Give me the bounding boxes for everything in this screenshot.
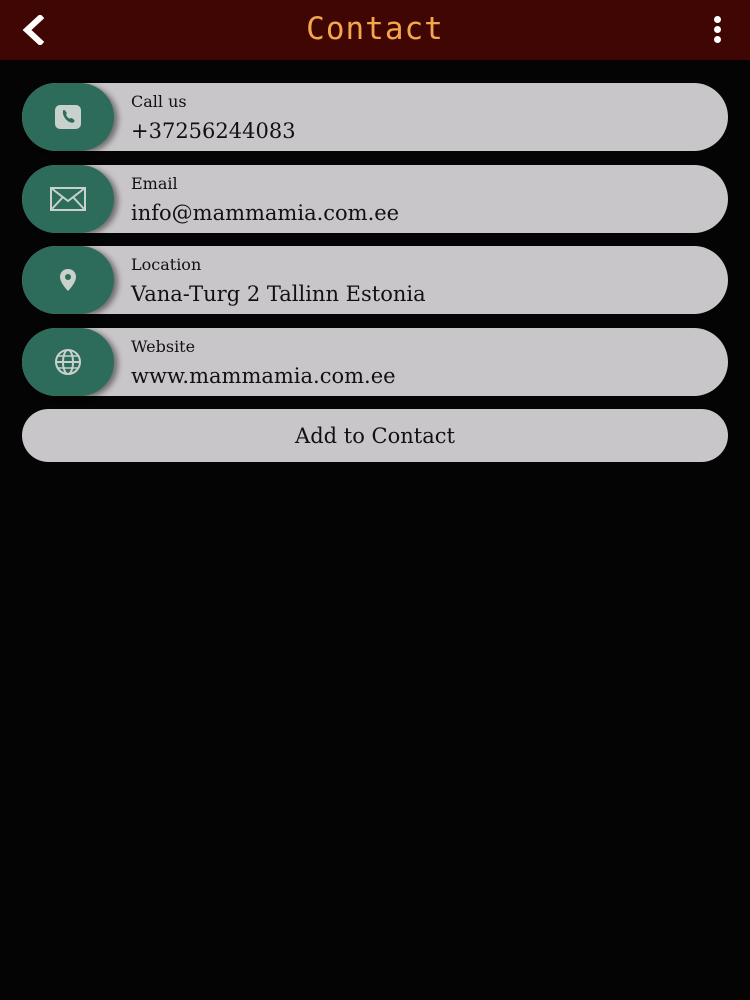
contact-list: Call us +37256244083 Email info@mammamia… xyxy=(22,83,728,462)
website-url: www.mammamia.com.ee xyxy=(131,363,396,388)
location-icon-badge xyxy=(22,246,114,314)
mail-icon xyxy=(50,186,86,211)
more-vertical-icon xyxy=(713,15,721,23)
email-label: Email xyxy=(131,173,178,193)
call-us-label: Call us xyxy=(131,92,187,111)
globe-icon xyxy=(55,348,81,375)
overflow-menu-button[interactable] xyxy=(702,12,732,46)
globe-icon-badge xyxy=(22,327,114,396)
page-title: Contact xyxy=(306,11,444,47)
website-label: Website xyxy=(131,336,196,356)
app-bar: Contact xyxy=(0,0,750,60)
add-to-contact-button[interactable]: Add to Contact xyxy=(22,409,728,462)
email-row[interactable]: Email info@mammamia.com.ee xyxy=(22,164,728,233)
location-pin-icon xyxy=(60,269,76,291)
phone-number: +37256244083 xyxy=(131,119,296,143)
location-row[interactable]: Location Vana-Turg 2 Tallinn Estonia xyxy=(22,246,728,314)
phone-icon-badge xyxy=(22,83,114,151)
location-label: Location xyxy=(131,255,202,274)
mail-icon-badge xyxy=(22,164,114,233)
call-us-row[interactable]: Call us +37256244083 xyxy=(22,83,728,151)
website-row[interactable]: Website www.mammamia.com.ee xyxy=(22,327,728,396)
location-address: Vana-Turg 2 Tallinn Estonia xyxy=(131,282,426,306)
email-address: info@mammamia.com.ee xyxy=(131,200,400,225)
phone-icon xyxy=(55,105,81,129)
